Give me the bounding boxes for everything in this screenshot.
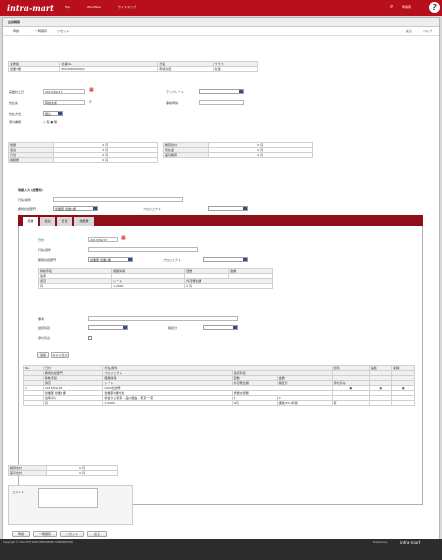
tab-misc[interactable]: 諸経費 xyxy=(74,217,94,226)
table-row: 円 1.0000 0円 課税(5%)外税有 xyxy=(23,400,415,406)
draft-button[interactable]: 一時保存 xyxy=(35,30,47,33)
note-input[interactable] xyxy=(88,316,238,321)
detail-dept-label: 費用負担部門 xyxy=(38,258,57,262)
copyright: Copyright © 2012 NTT DATA INTRAMART CORP… xyxy=(3,541,73,544)
tax-select[interactable] xyxy=(203,325,238,330)
account-select[interactable] xyxy=(88,325,128,330)
template-select[interactable] xyxy=(199,89,244,94)
calendar-icon[interactable]: ▦ xyxy=(89,88,94,93)
detail-date-input[interactable]: 2013/09/17 xyxy=(88,237,118,242)
batch-dept-select[interactable]: 営業部 営業1課 xyxy=(53,206,98,211)
class-value: 社員 xyxy=(212,66,259,72)
footer: Copyright © 2012 NTT DATA INTRAMART CORP… xyxy=(0,539,442,560)
bottom-back-button[interactable]: 戻る xyxy=(87,531,107,537)
menu-sitemap[interactable]: サイトマップ xyxy=(118,6,136,9)
search-icon[interactable]: ⌕ xyxy=(390,4,393,10)
tab-hotel[interactable]: 宿泊 xyxy=(40,217,55,226)
detail-project-label: プロジェクト xyxy=(163,258,182,262)
tab-daily[interactable]: 日当 xyxy=(57,217,72,226)
batch-title: 明細入力 (旅費明) xyxy=(18,188,43,192)
applicant-label: 支払先 xyxy=(9,101,19,105)
summary-left: 旅費 0 円 宿泊 0 円 日当 0 円 諸経費 0 円 xyxy=(8,142,159,163)
top-nav: intra-mart Top Workflow サイトマップ ⌕ 申請者 ? xyxy=(0,0,442,16)
empno-value: ECD400000001 xyxy=(59,66,159,72)
help-icon[interactable]: ? xyxy=(429,2,440,13)
batch-project-label: プロジェクト xyxy=(143,207,162,211)
tax-label: 税区分 xyxy=(168,326,178,330)
detail-date-label: 日付 xyxy=(38,238,45,242)
search-icon[interactable]: ⌕ xyxy=(89,100,92,105)
receipt-label: 添付済み xyxy=(38,336,51,340)
prior-label: 事前申請 xyxy=(166,101,179,105)
receipt-checkbox[interactable] xyxy=(88,336,92,340)
calendar-icon[interactable]: ▦ xyxy=(121,236,126,241)
batch-dept-label: 費用負担部門 xyxy=(18,207,37,211)
menu-workflow[interactable]: Workflow xyxy=(87,6,101,9)
help-button[interactable]: ヘルプ xyxy=(423,30,432,33)
batch-project-select[interactable] xyxy=(208,206,248,211)
applicant-table: 主務組 社員No. 氏名 クラス 営業1課 ECD400000001 申請太郎 社員 xyxy=(7,61,259,72)
powered-by: Powered by xyxy=(373,541,388,544)
user-menu[interactable]: 申請者 xyxy=(402,6,411,9)
prior-input[interactable] xyxy=(199,100,244,105)
reset-button[interactable]: リセット xyxy=(57,30,69,33)
org-value: 営業1課 xyxy=(7,66,61,72)
cancel-button[interactable]: キャンセル xyxy=(51,352,69,358)
note-label: 備考 xyxy=(38,317,45,321)
bottom-apply-button[interactable]: 申請 xyxy=(12,531,30,537)
bottom-draft-button[interactable]: 一時保存 xyxy=(33,531,57,537)
logo[interactable]: intra-mart xyxy=(7,4,54,12)
detail-list-table: No. 日付 行先/用件 帰宅 編集 削除 費用負担部門 プロジェクト 勘定科目 移動手段 経路… xyxy=(23,365,415,406)
applicant-input[interactable]: 申請太郎 xyxy=(43,100,85,105)
tab-travel[interactable]: 旅費 xyxy=(23,217,38,226)
batch-purpose-label: 行先/用件 xyxy=(18,198,32,202)
main-panel: 出張精算 申請 一時保存 リセット 戻る ヘルプ 主務組 社員No. 氏名 クラス 営… xyxy=(2,17,440,542)
method-label: 支払方法 xyxy=(9,112,22,116)
detail-purpose-input[interactable] xyxy=(88,247,198,252)
page-title: 出張精算 xyxy=(8,20,21,24)
detail-project-select[interactable] xyxy=(203,257,248,262)
comment-textarea[interactable] xyxy=(38,488,98,508)
template-label: テンプレート xyxy=(166,90,184,94)
detail-dept-select[interactable]: 営業部 営業1課 xyxy=(88,257,133,262)
account-label: 勘定科目 xyxy=(38,326,51,330)
bottom-reset-button[interactable]: リセット xyxy=(60,531,84,537)
apply-button[interactable]: 申請 xyxy=(13,30,19,33)
attach-radio[interactable]: ○ 有 ● 無 xyxy=(43,121,57,124)
footer-logo: intra-mart xyxy=(400,540,421,545)
attach-label: 添付書類 xyxy=(9,120,22,124)
totals-table: 精算合計 0 円 差引合計 0 円 xyxy=(7,465,118,476)
date-label: 実績計上日 xyxy=(9,90,25,94)
name-value: 申請太郎 xyxy=(157,66,214,72)
batch-purpose-input[interactable] xyxy=(53,197,183,202)
comment-label: コメント xyxy=(12,490,25,494)
route-table: 移動手段 経路情報 回数 金額 電車 通貨 レート 外貨発生額 円 1.0000 0 円 xyxy=(37,268,273,289)
summary-right: 精算合計 0 円 仮払金 0 円 差引精算 0 円 xyxy=(163,142,314,158)
method-select[interactable]: 振込 xyxy=(43,111,63,116)
add-button[interactable]: 追加 xyxy=(37,352,49,358)
detail-purpose-label: 行先/用件 xyxy=(38,248,52,252)
title-bar xyxy=(3,18,439,27)
menu-top[interactable]: Top xyxy=(65,6,70,9)
date-input[interactable]: 2013/09/17 xyxy=(43,89,85,94)
back-button[interactable]: 戻る xyxy=(406,30,412,33)
